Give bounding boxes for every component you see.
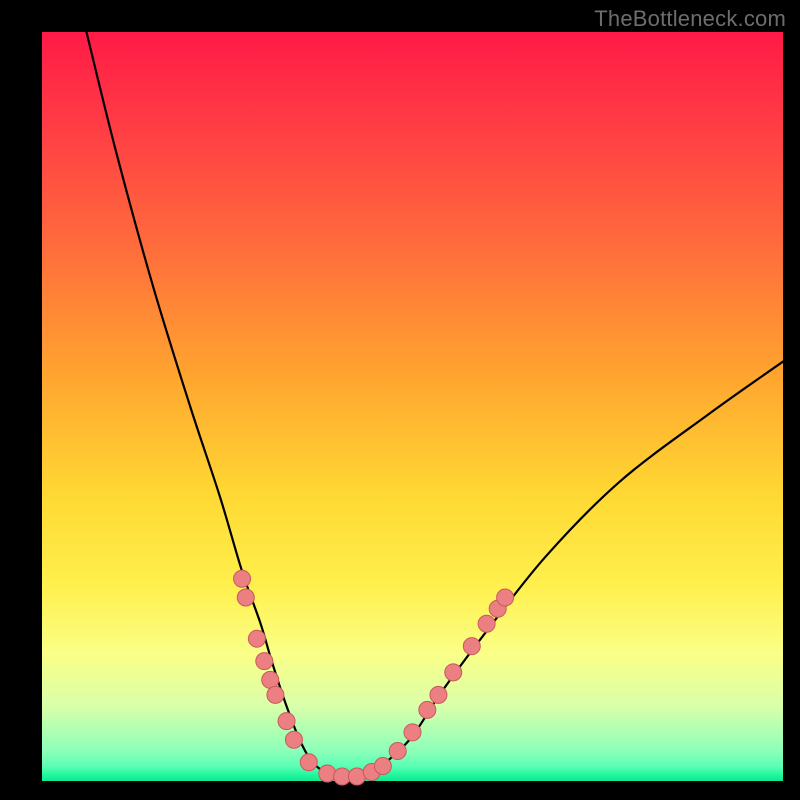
curve-markers (234, 570, 514, 785)
bottleneck-curve (86, 32, 783, 778)
curve-dot (234, 570, 251, 587)
chart-frame: TheBottleneck.com (0, 0, 800, 800)
curve-dot (248, 630, 265, 647)
curve-dot (319, 765, 336, 782)
curve-dot (285, 731, 302, 748)
curve-dot (374, 758, 391, 775)
watermark-text: TheBottleneck.com (594, 6, 786, 32)
curve-dot (262, 671, 279, 688)
curve-dot (419, 701, 436, 718)
curve-dot (267, 686, 284, 703)
chart-svg (42, 32, 783, 781)
curve-dot (237, 589, 254, 606)
plot-area (42, 32, 783, 781)
curve-dot (278, 713, 295, 730)
curve-dot (389, 743, 406, 760)
curve-dot (404, 724, 421, 741)
curve-dot (463, 638, 480, 655)
curve-dot (497, 589, 514, 606)
curve-dot (256, 653, 273, 670)
curve-dot (300, 754, 317, 771)
curve-dot (445, 664, 462, 681)
curve-dot (478, 615, 495, 632)
curve-dot (430, 686, 447, 703)
